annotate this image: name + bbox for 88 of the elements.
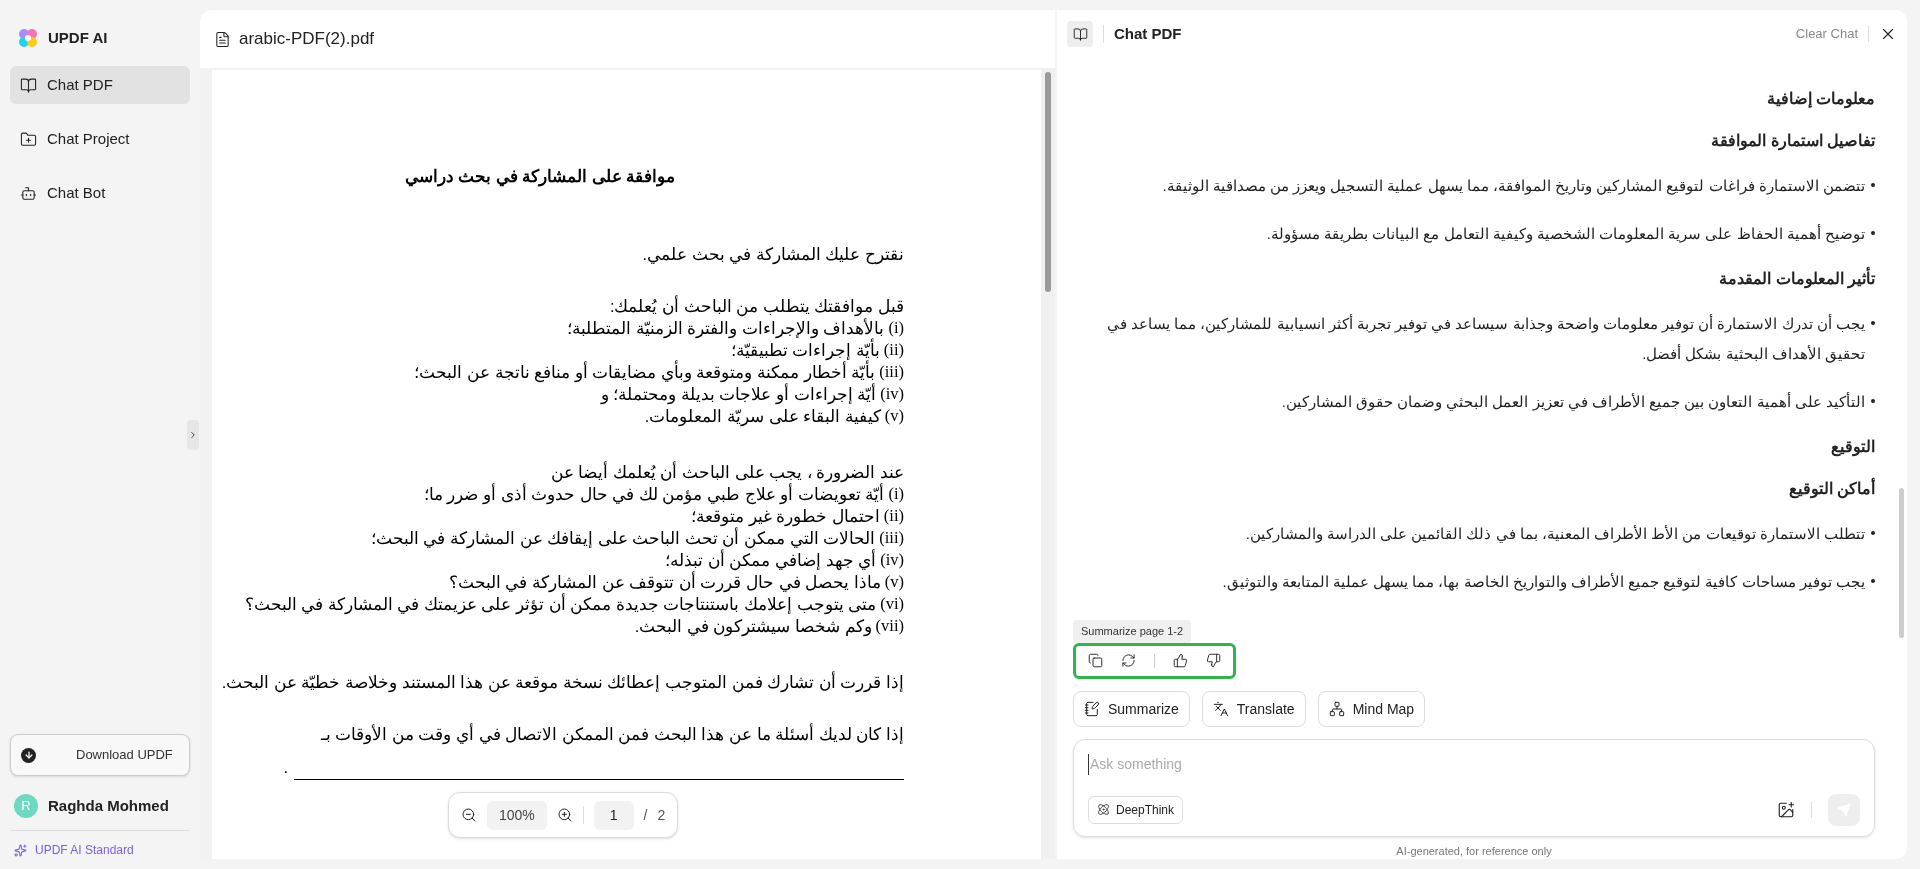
list-text: بالأهداف والإجراءات والفترة الزمنيّة المتطلبة؛: [567, 316, 885, 339]
list-marker: (iv): [880, 382, 904, 405]
panel-title: Chat PDF: [1114, 23, 1182, 44]
atom-icon: [1097, 803, 1110, 816]
list-text: أيّة تعويضات أو علاج طبي مؤمن لك في حال حدوث أذى أو ضرر ما؛: [423, 483, 885, 505]
download-button[interactable]: Download UPDF: [10, 734, 190, 776]
document-paragraph: إذا كان لديك أسئلة ما عن هذا البحث فمن الممكن الاتصال في أي وقت من الأوقات بـ: [319, 722, 904, 745]
clear-chat-button[interactable]: Clear Chat: [1795, 24, 1858, 44]
list-marker: (ii): [883, 338, 904, 361]
plan-link[interactable]: UPDF AI Standard: [35, 841, 134, 859]
answer-bullet-text: يجب أن تدرك الاستمارة أن توفير معلومات واضحة وجذابة سيساعد في توفير تجربة أكثر انسيابية للمشاركين، مما يساعد في تحقيق الأهداف البحثية بشكل أفضل.: [1106, 313, 1865, 365]
list-marker: (iv): [880, 548, 904, 571]
list-marker: (i): [888, 316, 904, 339]
list-marker: (iii): [879, 360, 904, 383]
list-intro: قبل موافقتك يتطلب من الباحث أن يُعلمك:: [609, 294, 904, 317]
answer-heading: معلومات إضافية: [1765, 89, 1875, 111]
answer-bullet-text: التأكيد على أهمية التعاون بين جميع الأطراف في تعزيز العمل البحثي وضمان حقوق المشاركين.: [1281, 391, 1865, 413]
thumbs-down-icon[interactable]: [1206, 653, 1221, 669]
book-icon[interactable]: [1067, 21, 1093, 47]
suggestion-button[interactable]: Mind Map: [1317, 691, 1426, 728]
image-upload-icon[interactable]: [1777, 800, 1795, 819]
logo-icon: [16, 26, 40, 50]
nav-icon: [20, 130, 37, 148]
deepthink-button[interactable]: DeepThink: [1088, 795, 1184, 824]
document-paragraph: إذا قررت أن تشارك فمن المتوجب إعطائك نسخة موقعة عن هذا المستند وخلاصة خطيّة عن البحث.: [220, 670, 904, 693]
page-separator: /: [643, 805, 648, 825]
app-name: UPDF AI: [48, 27, 108, 48]
document-paragraph: نقترح عليك المشاركة في بحث علمي.: [641, 243, 904, 265]
ask-input[interactable]: Ask something: [1088, 754, 1860, 776]
sparkle-icon: [14, 843, 27, 857]
zoom-level[interactable]: 100%: [487, 800, 547, 830]
answer-bullet-text: تتضمن الاستمارة فراغات لتوقيع المشاركين وتاريخ الموافقة، مما يسهل عملية التسجيل ويعزز من مصداقية الوثيقة.: [1162, 176, 1865, 197]
list-text: أيّة إجراءات أو علاجات بديلة ومحتملة؛ و: [600, 383, 877, 405]
zoom-out-icon[interactable]: [461, 807, 477, 823]
disclaimer: AI-generated, for reference only: [1395, 843, 1553, 859]
answer-bullet-text: توضيح أهمية الحفاظ على سرية المعلومات الشخصية وكيفية التعامل مع البيانات بطريقة مسؤولة.: [1266, 223, 1865, 245]
list-text: وكم شخصا سيشتركون في البحث.: [634, 615, 872, 637]
notepad-icon: [1084, 701, 1100, 718]
list-text: بأيّة أخطار ممكنة ومتوقعة وبأي مضايقات أو منافع ناتجة عن البحث؛: [414, 360, 876, 383]
page-total: 2: [657, 805, 666, 825]
nav-icon: [20, 76, 37, 94]
sidebar-item[interactable]: Chat Project: [10, 120, 190, 158]
list-text: كيفية البقاء على سريّة المعلومات.: [644, 405, 881, 427]
translate-icon: [1212, 701, 1229, 718]
tree-icon: [1328, 701, 1345, 718]
pdf-file-icon: [214, 30, 231, 48]
answer-bullet-text: تتطلب الاستمارة توقيعات من الأط الأطراف المعنية، بما في ذلك القائمين على الدراسة والمشاركين.: [1245, 524, 1865, 545]
answer-heading: تفاصيل استمارة الموافقة: [1710, 131, 1875, 153]
page-field[interactable]: 1: [593, 800, 634, 830]
answer-bullet-text: يجب توفير مساحات كافية لتوقيع جميع الأطراف والتواريخ الخاصة بها، مما يسهل عملية المتابعة والتوثيق.: [1222, 572, 1865, 593]
list-text: أي جهد إضافي ممكن أن تبذله؛: [665, 549, 877, 571]
list-intro: عند الضرورة ، يجب على الباحث أن يُعلمك أيضا عن: [550, 460, 904, 483]
expand-handle[interactable]: [187, 420, 199, 450]
list-marker: (v): [884, 404, 904, 427]
answer-heading: تأثير المعلومات المقدمة: [1073, 266, 1875, 292]
regenerate-icon[interactable]: [1121, 653, 1136, 669]
chevron-icon: [188, 430, 198, 440]
scrollbar-thumb[interactable]: [1045, 72, 1051, 292]
copy-icon[interactable]: [1088, 653, 1103, 669]
nav-icon: [20, 184, 37, 202]
summary-chip: Summarize page 1-2: [1073, 620, 1192, 643]
thumbs-up-icon[interactable]: [1173, 653, 1188, 669]
sidebar-item[interactable]: Chat PDF: [10, 66, 190, 104]
document-title: موافقة على المشاركة في بحث دراسي: [404, 166, 676, 189]
zoom-in-icon[interactable]: [556, 807, 573, 823]
suggestion-button[interactable]: Summarize: [1073, 691, 1190, 728]
list-marker: (vii): [875, 614, 904, 637]
answer-heading: التوقيع: [1830, 437, 1875, 459]
suggestion-button[interactable]: Translate: [1201, 691, 1306, 728]
list-marker: (ii): [883, 504, 904, 527]
list-marker: (v): [884, 570, 904, 593]
list-text: بأيّة إجراءات تطبيقيّة؛: [730, 338, 880, 360]
list-marker: (iii): [879, 526, 904, 549]
line-end: .: [283, 756, 288, 778]
list-text: الحالات التي ممكن أن تحث الباحث على إيقافك عن المشاركة في البحث؛: [370, 527, 876, 549]
list-text: احتمال خطورة غير متوقعة؛: [691, 505, 880, 527]
user-avatar: R: [14, 794, 38, 818]
list-marker: (i): [888, 482, 904, 505]
answer-heading: أماكن التوقيع: [1787, 477, 1875, 501]
scrollbar-thumb[interactable]: [1898, 488, 1904, 638]
sidebar-item[interactable]: Chat Bot: [10, 174, 190, 212]
list-text: ماذا يحصل في حال قررت أن تتوقف عن المشاركة في البحث؟: [448, 571, 881, 593]
file-name: arabic-PDF(2).pdf: [239, 28, 375, 51]
user-name: Raghda Mohmed: [48, 795, 169, 816]
list-marker: (vi): [880, 592, 904, 615]
ask-field[interactable]: Ask something DeepThink: [1073, 739, 1875, 837]
download-icon: [21, 747, 36, 763]
list-text: متى يتوجب إعلامك باستنتاجات جديدة ممكن أن تؤثر على عزيمتك في المشاركة في البحث؟: [244, 593, 877, 615]
